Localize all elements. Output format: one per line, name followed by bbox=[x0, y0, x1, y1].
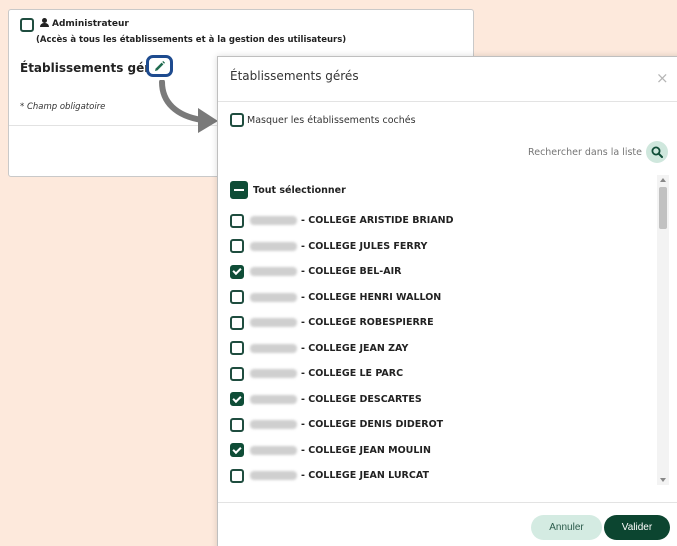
user-icon bbox=[40, 18, 49, 27]
list-item-label: - COLLEGE ARISTIDE BRIAND bbox=[301, 215, 454, 227]
redacted-code bbox=[250, 216, 297, 226]
list-item-checkbox[interactable] bbox=[230, 264, 244, 279]
list-item[interactable]: - COLLEGE ARISTIDE BRIAND bbox=[230, 208, 656, 234]
list-item-checkbox[interactable] bbox=[230, 417, 244, 432]
list-item[interactable]: - COLLEGE JEAN LURCAT bbox=[230, 463, 656, 489]
list-item[interactable]: - COLLEGE LE PARC bbox=[230, 361, 656, 387]
redacted-code bbox=[250, 445, 297, 455]
edit-establishments-button[interactable] bbox=[146, 55, 173, 77]
list-item[interactable]: - COLLEGE ROBESPIERRE bbox=[230, 310, 656, 336]
list-item[interactable]: - COLLEGE JEAN MOULIN bbox=[230, 438, 656, 464]
list-item-label: - COLLEGE JEAN ZAY bbox=[301, 342, 409, 354]
list-item[interactable]: - COLLEGE JULES FERRY bbox=[230, 234, 656, 260]
modal-title: Établissements gérés bbox=[230, 69, 359, 83]
scrollbar-thumb[interactable] bbox=[659, 187, 667, 229]
list-item[interactable]: - COLLEGE BEL-AIR bbox=[230, 259, 656, 285]
list-item-label: - COLLEGE JEAN MOULIN bbox=[301, 444, 431, 456]
list-item[interactable]: - COLLEGE DESCARTES bbox=[230, 387, 656, 413]
list-item-label: - COLLEGE BEL-AIR bbox=[301, 266, 402, 278]
list-item[interactable]: - COLLEGE DENIS DIDEROT bbox=[230, 412, 656, 438]
redacted-code bbox=[250, 241, 297, 251]
redacted-code bbox=[250, 420, 297, 430]
modal-header: Établissements gérés × bbox=[218, 57, 677, 102]
establishments-field-label: Établissements gérés bbox=[20, 61, 166, 75]
redacted-code bbox=[250, 318, 297, 328]
validate-button[interactable]: Valider bbox=[604, 515, 670, 540]
redacted-code bbox=[250, 343, 297, 353]
admin-checkbox[interactable] bbox=[20, 18, 34, 32]
select-all-label: Tout sélectionner bbox=[253, 184, 346, 196]
list-item-label: - COLLEGE HENRI WALLON bbox=[301, 291, 442, 303]
list-item-checkbox[interactable] bbox=[230, 366, 244, 381]
list-item-checkbox[interactable] bbox=[230, 468, 244, 483]
required-field-note: * Champ obligatoire bbox=[20, 102, 106, 112]
list-item-label: - COLLEGE ROBESPIERRE bbox=[301, 317, 434, 329]
search-button[interactable] bbox=[646, 141, 668, 163]
redacted-code bbox=[250, 267, 297, 277]
admin-option[interactable]: Administrateur bbox=[20, 18, 129, 32]
redacted-code bbox=[250, 292, 297, 302]
search-bar bbox=[518, 141, 668, 163]
scroll-down-icon[interactable] bbox=[660, 478, 666, 482]
list-item-label: - COLLEGE LE PARC bbox=[301, 368, 404, 380]
establishments-modal: Établissements gérés × Masquer les établ… bbox=[217, 56, 677, 546]
search-icon bbox=[651, 146, 663, 158]
cancel-button[interactable]: Annuler bbox=[531, 515, 602, 540]
list-item-checkbox[interactable] bbox=[230, 213, 244, 228]
admin-description: (Accès à tous les établissements et à la… bbox=[36, 35, 347, 45]
select-all-checkbox[interactable] bbox=[230, 181, 248, 199]
hide-checked-option[interactable]: Masquer les établissements cochés bbox=[230, 113, 416, 127]
pencil-icon bbox=[155, 60, 165, 71]
select-all-option[interactable]: Tout sélectionner bbox=[230, 181, 346, 199]
modal-footer-divider bbox=[218, 502, 677, 503]
list-item-label: - COLLEGE JEAN LURCAT bbox=[301, 470, 429, 482]
list-item-label: - COLLEGE JULES FERRY bbox=[301, 240, 428, 252]
admin-label: Administrateur bbox=[52, 19, 129, 29]
redacted-code bbox=[250, 471, 297, 481]
list-item-checkbox[interactable] bbox=[230, 443, 244, 458]
establishments-list: - COLLEGE ARISTIDE BRIAND - COLLEGE JULES… bbox=[230, 208, 656, 489]
list-item-checkbox[interactable] bbox=[230, 341, 244, 356]
list-item-label: - COLLEGE DENIS DIDEROT bbox=[301, 419, 444, 431]
list-item-label: - COLLEGE DESCARTES bbox=[301, 393, 422, 405]
annotation-arrow-icon bbox=[159, 80, 218, 133]
list-item-checkbox[interactable] bbox=[230, 315, 244, 330]
close-icon[interactable]: × bbox=[656, 69, 669, 87]
scroll-up-icon[interactable] bbox=[660, 178, 666, 182]
list-item-checkbox[interactable] bbox=[230, 290, 244, 305]
redacted-code bbox=[250, 369, 297, 379]
admin-label-wrap: Administrateur bbox=[40, 18, 129, 31]
list-item-checkbox[interactable] bbox=[230, 239, 244, 254]
list-item-checkbox[interactable] bbox=[230, 392, 244, 407]
list-item[interactable]: - COLLEGE HENRI WALLON bbox=[230, 285, 656, 311]
hide-checked-checkbox[interactable] bbox=[230, 113, 244, 127]
scrollbar[interactable] bbox=[657, 175, 669, 485]
search-input[interactable] bbox=[518, 146, 646, 158]
list-item[interactable]: - COLLEGE JEAN ZAY bbox=[230, 336, 656, 362]
redacted-code bbox=[250, 394, 297, 404]
hide-checked-label: Masquer les établissements cochés bbox=[247, 114, 416, 126]
